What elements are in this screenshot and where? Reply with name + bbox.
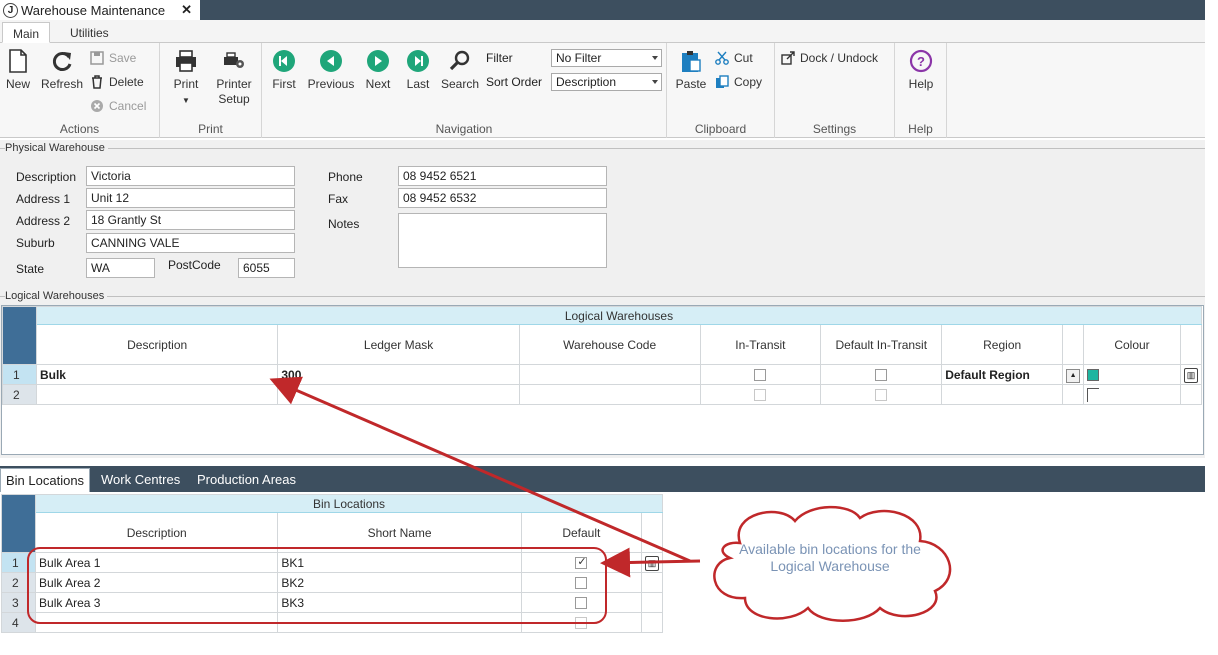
annotation-arrow-to-bin-locations (600, 547, 701, 578)
annotation-arrows (269, 376, 701, 578)
annotation-arrow-to-logical-warehouse (269, 376, 691, 563)
page-edge-bottom (0, 642, 1218, 655)
callout-text: Available bin locations for the Logical … (739, 541, 921, 574)
page-edge-right (1205, 0, 1218, 655)
